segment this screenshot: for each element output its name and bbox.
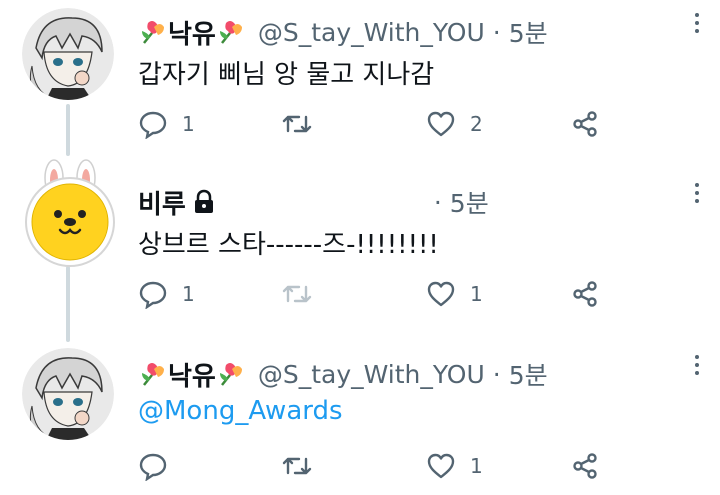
like-count: 2: [470, 112, 483, 136]
tweet-header: 낙유 @S_tay_With_YOU · 5분: [138, 354, 548, 394]
retweet-button[interactable]: [282, 274, 326, 314]
tweet[interactable]: 낙유 @S_tay_With_YOU · 5분 @Mong_Awards 1: [0, 342, 720, 495]
tweet[interactable]: 낙유 @S_tay_With_YOU · 5분 갑자기 삐님 앙 물고 지나감 …: [0, 0, 720, 160]
like-button[interactable]: 1: [426, 274, 483, 314]
tweet-header: 낙유 @S_tay_With_YOU · 5분: [138, 12, 548, 52]
reply-icon: [139, 281, 167, 309]
more-icon[interactable]: [692, 12, 702, 34]
lock-icon: [194, 189, 213, 213]
reply-count: 1: [182, 282, 195, 306]
tulip-icon: [142, 21, 164, 44]
tulip-icon: [142, 363, 164, 386]
user-handle[interactable]: @S_tay_With_YOU: [258, 360, 485, 389]
retweet-icon: [282, 457, 312, 475]
like-icon: [427, 281, 455, 307]
share-icon: [573, 453, 597, 479]
reply-icon: [139, 111, 167, 139]
share-icon: [573, 281, 597, 307]
mention-link[interactable]: @Mong_Awards: [138, 396, 343, 426]
avatar[interactable]: [14, 158, 124, 268]
retweet-button[interactable]: [282, 104, 326, 144]
display-name[interactable]: 낙유: [168, 14, 216, 51]
more-icon[interactable]: [692, 354, 702, 376]
share-icon: [573, 111, 597, 137]
share-button[interactable]: [570, 446, 600, 486]
timestamp[interactable]: 5분: [450, 184, 489, 220]
reply-button[interactable]: 1: [138, 104, 195, 144]
action-bar: 1 2: [138, 104, 618, 144]
share-button[interactable]: [570, 104, 600, 144]
share-button[interactable]: [570, 274, 600, 314]
like-icon: [427, 453, 455, 479]
retweet-button[interactable]: [282, 446, 326, 486]
action-bar: 1: [138, 446, 618, 486]
tweet-header: 비루 · 5분: [138, 182, 489, 222]
display-name[interactable]: 비루: [138, 184, 186, 221]
retweet-icon: [282, 285, 312, 303]
user-handle[interactable]: @S_tay_With_YOU: [258, 18, 485, 47]
tweet-text: 갑자기 삐님 앙 물고 지나감: [138, 60, 435, 90]
timestamp[interactable]: 5분: [509, 356, 548, 392]
reply-button[interactable]: 1: [138, 274, 195, 314]
separator-dot: ·: [492, 17, 501, 47]
timestamp[interactable]: 5분: [509, 14, 548, 50]
action-bar: 1 1: [138, 274, 618, 314]
separator-dot: ·: [492, 359, 501, 389]
like-button[interactable]: 2: [426, 104, 483, 144]
display-name[interactable]: 낙유: [168, 356, 216, 393]
tulip-icon: [219, 21, 242, 44]
tweet[interactable]: 비루 · 5분 상브르 스타------즈-!!!!!!!! 1 1: [0, 159, 720, 330]
like-icon: [427, 111, 455, 137]
retweet-icon: [282, 115, 312, 133]
avatar[interactable]: [22, 348, 114, 440]
tulip-icon: [219, 363, 242, 386]
reply-icon: [139, 453, 167, 481]
separator-dot: ·: [433, 187, 442, 217]
like-count: 1: [470, 282, 483, 306]
reply-button[interactable]: [138, 446, 182, 486]
tweet-text: 상브르 스타------즈-!!!!!!!!: [138, 230, 439, 260]
like-button[interactable]: 1: [426, 446, 483, 486]
more-icon[interactable]: [692, 182, 702, 204]
reply-count: 1: [182, 112, 195, 136]
avatar[interactable]: [22, 8, 114, 100]
like-count: 1: [470, 454, 483, 478]
